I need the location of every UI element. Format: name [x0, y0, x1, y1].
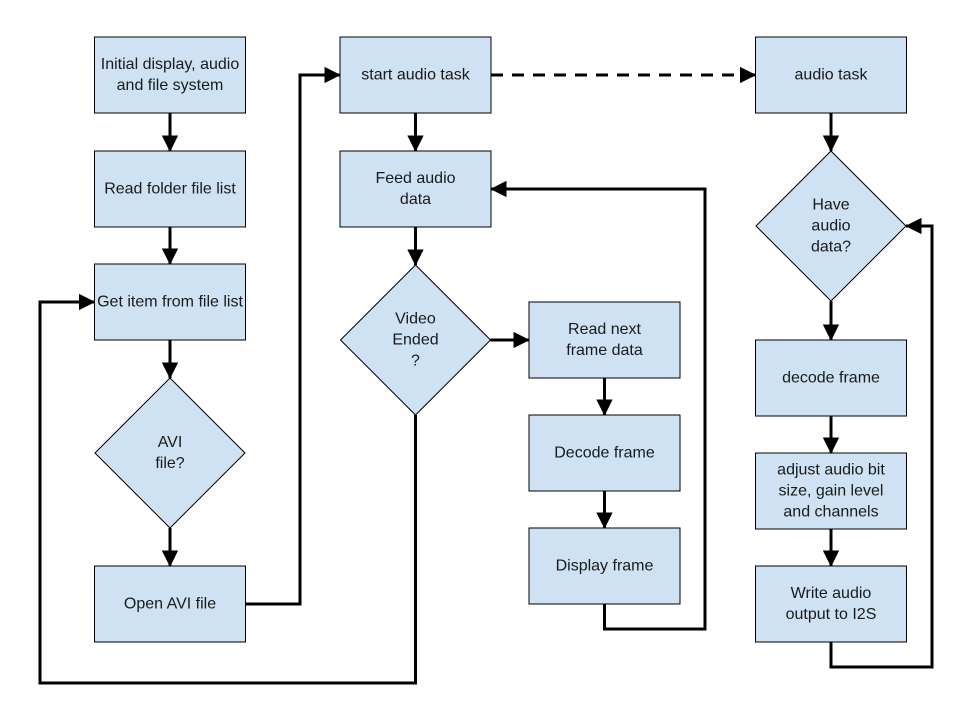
node-decode-video: Decode frame [528, 414, 681, 492]
node-label-line: Open AVI file [124, 596, 216, 613]
node-read-next: Read next frame data [528, 301, 681, 379]
node-label-line: ? [411, 353, 420, 370]
node-label-line: and file system [117, 77, 224, 94]
node-label-line: and channels [783, 504, 878, 521]
node-label-line: Feed audio [375, 170, 455, 187]
node-audio-task: audio task [755, 36, 907, 114]
node-label-line: decode frame [782, 370, 880, 387]
node-init: Initial display, audio and file system [94, 36, 246, 114]
node-label-line: Have [812, 197, 849, 214]
node-label-line: Write audio [791, 585, 872, 602]
node-have-audio: Have audio data? [755, 150, 907, 302]
node-display-frame: Display frame [528, 527, 681, 605]
node-label-line: AVI [158, 434, 183, 451]
node-read-folder: Read folder file list [94, 150, 246, 228]
process-box [528, 301, 681, 379]
node-label-line: size, gain level [779, 483, 884, 500]
node-label-line: data? [811, 239, 851, 256]
node-label-line: Display frame [556, 558, 654, 575]
node-avi-check: AVI file? [94, 377, 246, 529]
node-label-line: Read folder file list [104, 181, 236, 198]
node-start-audio: start audio task [339, 36, 492, 114]
node-label-line: data [400, 191, 431, 208]
node-label-line: Video [395, 311, 436, 328]
node-get-item: Get item from file list [94, 263, 246, 341]
node-label-line: output to I2S [786, 606, 877, 623]
node-label-line: Decode frame [554, 445, 655, 462]
node-label-line: start audio task [361, 67, 471, 84]
node-write-i2s: Write audio output to I2S [755, 565, 907, 643]
process-box [339, 150, 492, 228]
node-adjust-audio: adjust audio bit size, gain level and chan… [755, 452, 907, 530]
node-label-line: Ended [392, 332, 438, 349]
flowchart: Initial display, audio and file system Rea… [38, 36, 934, 685]
node-video-ended: Video Ended? [339, 264, 492, 416]
node-label-line: frame data [566, 342, 643, 359]
node-label-line: audio [811, 218, 850, 235]
decision-diamond [94, 377, 246, 529]
node-label-line: Initial display, audio [101, 56, 240, 73]
edge-open-avi-to-start-audio [245, 66, 341, 606]
node-feed-audio: Feed audio data [339, 150, 492, 228]
node-decode-audio: decode frame [755, 339, 907, 417]
process-box [94, 36, 246, 114]
node-label-line: file? [155, 455, 184, 472]
node-label-line: adjust audio bit [777, 462, 885, 479]
process-box [755, 565, 907, 643]
node-label-line: Read next [568, 321, 641, 338]
node-open-avi: Open AVI file [94, 565, 246, 643]
node-label-line: Get item from file list [97, 294, 243, 311]
node-label-line: audio task [795, 67, 869, 84]
